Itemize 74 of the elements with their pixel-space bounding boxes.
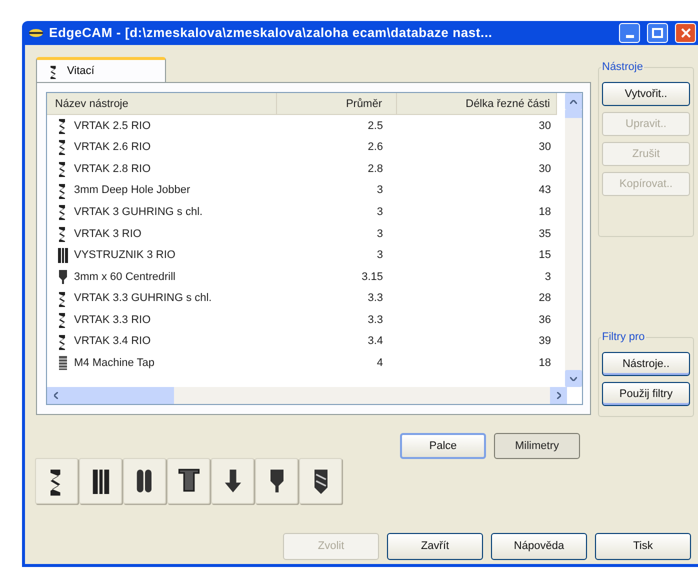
- tool-name[interactable]: VRTAK 3 GUHRING s chl.: [74, 204, 203, 220]
- table-cell: 28: [538, 292, 551, 304]
- table-cell: 3: [376, 184, 383, 196]
- table-cell: 2.8: [368, 162, 383, 175]
- dialog-button[interactable]: Zavřít: [387, 533, 483, 560]
- table-cell: 15: [538, 249, 551, 262]
- dialog-button[interactable]: Použij filtry: [602, 382, 690, 406]
- tool-type-button[interactable]: [299, 458, 342, 504]
- unit-button[interactable]: Milimetry: [494, 433, 580, 459]
- table-cell: 3: [376, 249, 383, 262]
- table-cell: 3.3: [368, 314, 383, 326]
- tool-name[interactable]: VRTAK 3.4 RIO: [74, 333, 151, 350]
- maximize-button[interactable]: [647, 23, 668, 43]
- table-cell: 18: [538, 357, 551, 370]
- tool-name[interactable]: VRTAK 3 RIO: [74, 226, 142, 242]
- table-cell: 3: [376, 228, 383, 240]
- tool-name[interactable]: VRTAK 3.3 GUHRING s chl.: [74, 290, 212, 307]
- table-cell: 18: [538, 206, 551, 218]
- table-cell: 3.3: [368, 292, 383, 304]
- table-cell: 43: [538, 184, 551, 196]
- table-cell: 35: [538, 228, 551, 240]
- scroll-up-button[interactable]: [565, 93, 582, 110]
- table-cell: 3.4: [368, 335, 383, 348]
- table-cell: 2.5: [368, 120, 383, 132]
- group-title: Nástroje: [601, 59, 644, 76]
- table-cell: 3: [544, 270, 551, 283]
- vertical-scrollbar[interactable]: [565, 93, 582, 387]
- tool-type-button[interactable]: [211, 458, 254, 504]
- unit-button[interactable]: Palce: [400, 433, 486, 459]
- close-icon: [680, 28, 690, 38]
- table-cell: 30: [538, 162, 551, 175]
- table-cell: 39: [538, 335, 551, 348]
- tab[interactable]: Vitací: [36, 57, 166, 83]
- scroll-right-button[interactable]: [550, 387, 567, 404]
- dialog-button[interactable]: Tisk: [595, 533, 691, 560]
- minimize-button[interactable]: [619, 23, 640, 43]
- tool-name[interactable]: M4 Machine Tap: [74, 355, 155, 372]
- dialog-button[interactable]: Nápověda: [491, 533, 587, 560]
- scroll-down-button[interactable]: [565, 370, 582, 387]
- tool-name[interactable]: VRTAK 2.6 RIO: [74, 139, 151, 156]
- dialog-button[interactable]: Nástroje..: [602, 352, 690, 376]
- tool-name[interactable]: VYSTRUZNIK 3 RIO: [74, 247, 176, 264]
- tool-name[interactable]: VRTAK 2.8 RIO: [74, 160, 151, 178]
- tool-type-button[interactable]: [255, 458, 298, 504]
- column-header[interactable]: Délka řezné části: [397, 93, 557, 114]
- window-title: EdgeCAM - [d:\zmeskalova\zmeskalova\zaloha ecam\databaze nast...: [49, 24, 494, 42]
- minimize-icon: [626, 35, 634, 38]
- scroll-thumb[interactable]: [64, 387, 174, 404]
- tool-name[interactable]: 3mm Deep Hole Jobber: [74, 182, 190, 199]
- tool-type-button[interactable]: [167, 458, 210, 504]
- column-header[interactable]: Název nástroje: [47, 93, 277, 114]
- tool-type-button[interactable]: [35, 458, 78, 504]
- tool-type-button[interactable]: [79, 458, 122, 504]
- table-cell: 2.6: [368, 141, 383, 154]
- table-cell: 36: [538, 314, 551, 326]
- close-button[interactable]: [675, 23, 696, 43]
- tool-name[interactable]: VRTAK 2.5 RIO: [74, 118, 151, 134]
- table-cell: 30: [538, 120, 551, 132]
- group-title: Filtry pro: [601, 329, 646, 346]
- app-logo-icon: [28, 27, 44, 39]
- horizontal-scrollbar[interactable]: [47, 387, 567, 404]
- column-header[interactable]: Průměr: [277, 93, 397, 114]
- reamer-icon: [55, 247, 71, 264]
- scroll-thumb[interactable]: [565, 110, 582, 118]
- table-cell: 3.15: [362, 270, 383, 283]
- table-cell: 30: [538, 141, 551, 154]
- tool-type-button[interactable]: [123, 458, 166, 504]
- dialog-button[interactable]: Vytvořit..: [602, 82, 690, 106]
- tool-name[interactable]: 3mm x 60 Centredrill: [74, 268, 176, 286]
- tool-name[interactable]: VRTAK 3.3 RIO: [74, 312, 151, 328]
- maximize-icon: [652, 28, 663, 38]
- table-cell: 4: [376, 357, 383, 370]
- scroll-left-button[interactable]: [47, 387, 64, 404]
- table-cell: 3: [376, 206, 383, 218]
